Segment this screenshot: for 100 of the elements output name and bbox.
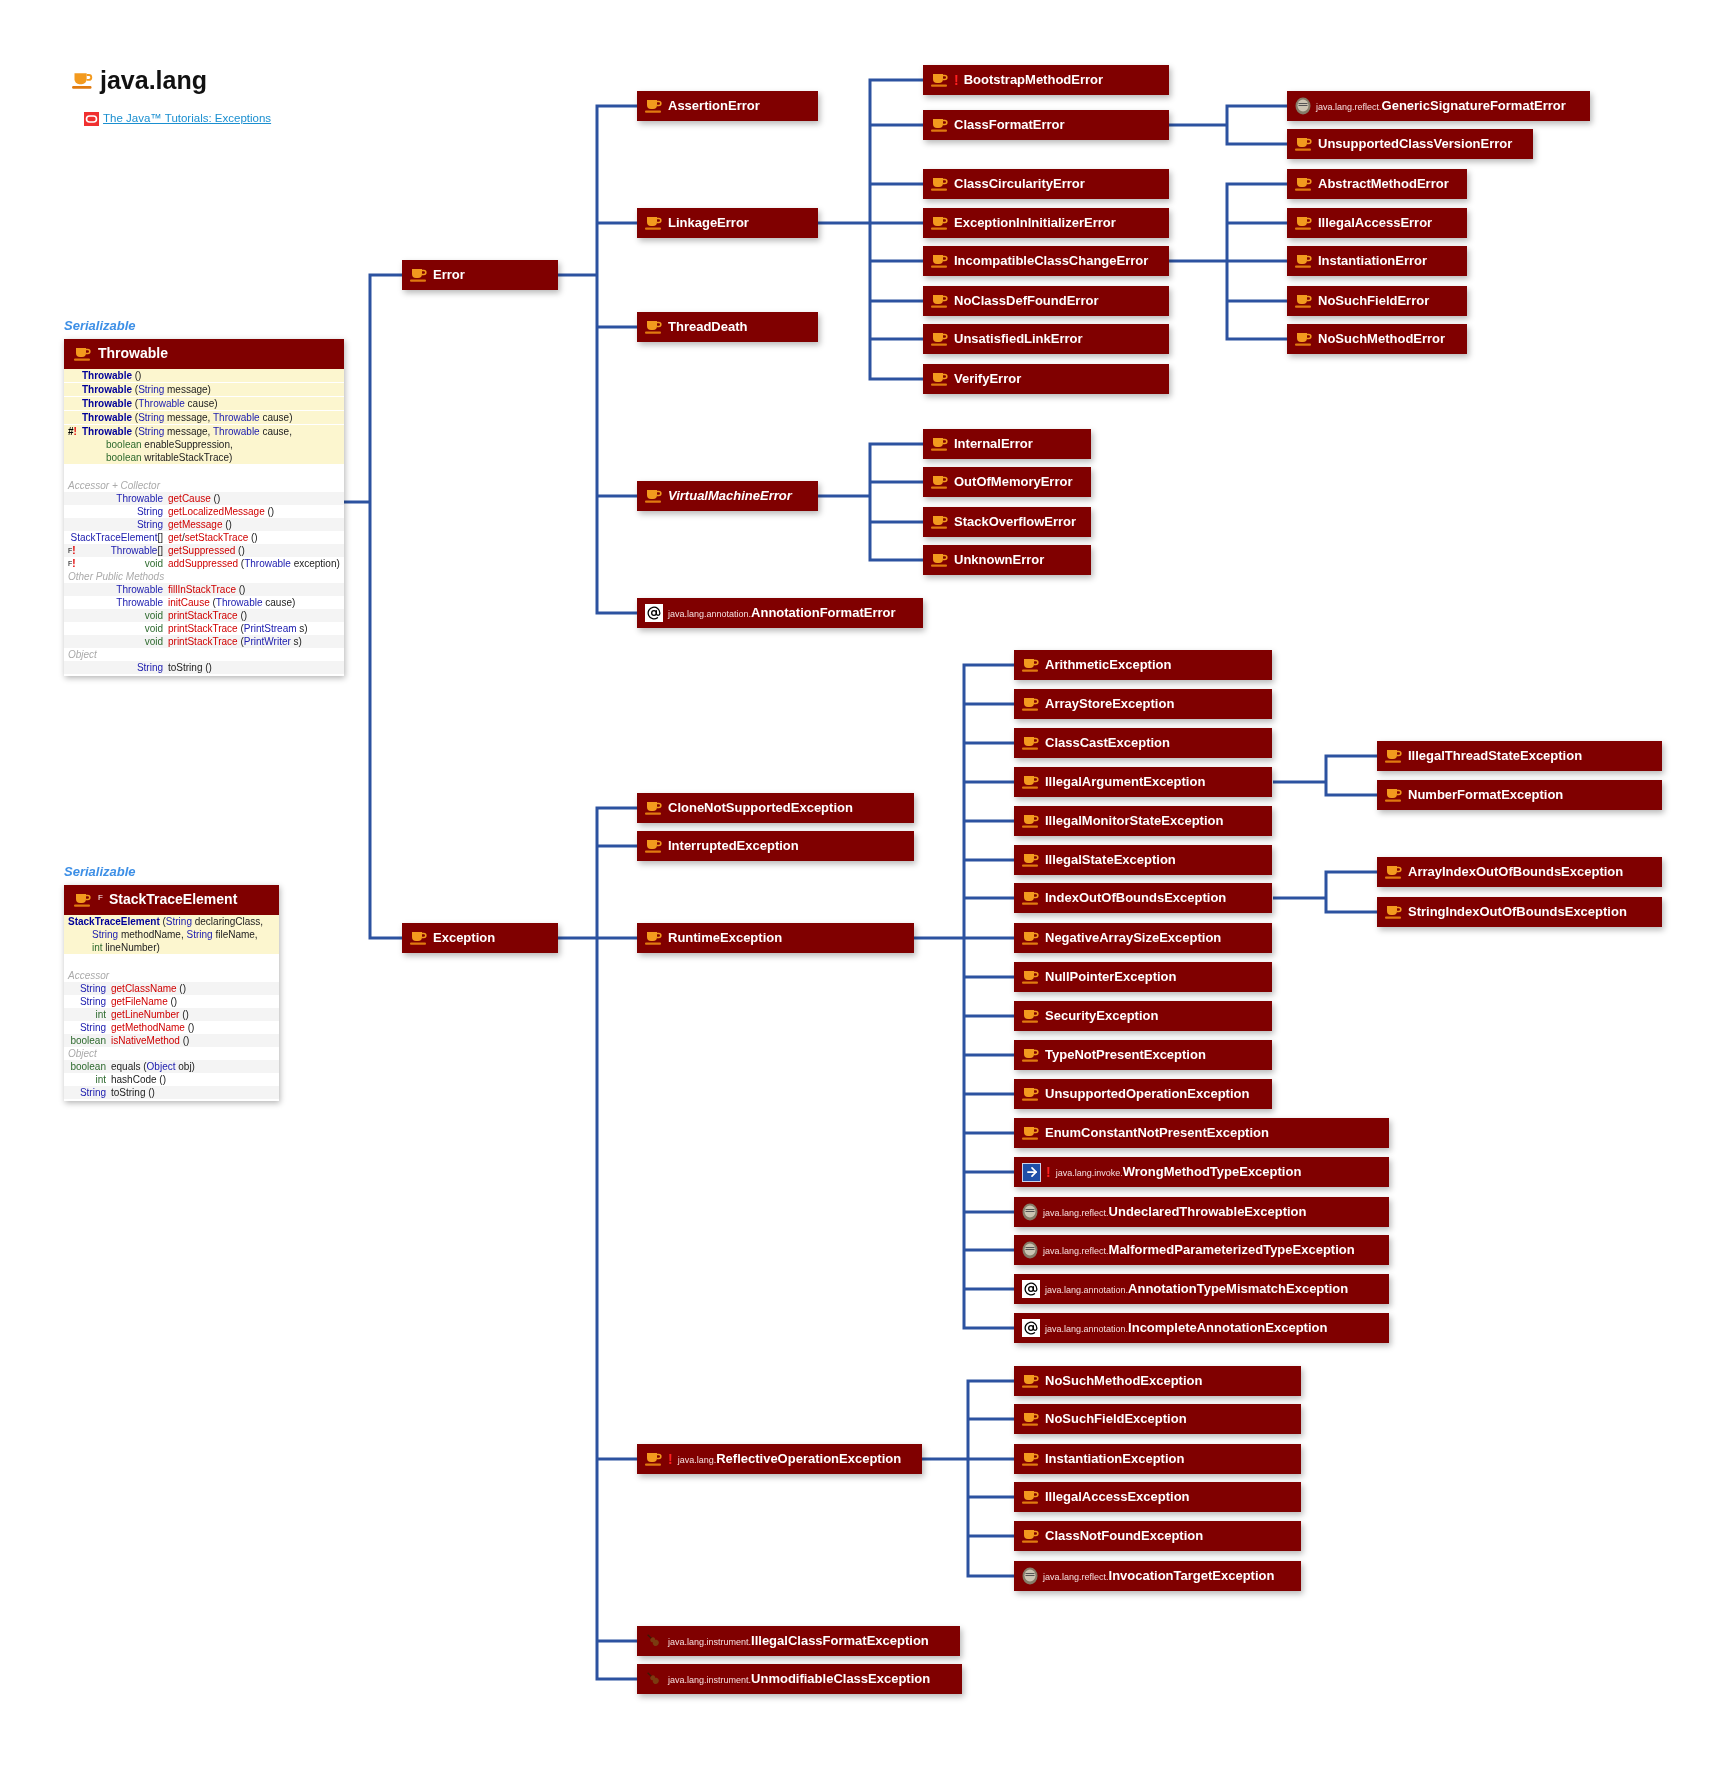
method-signature: getCause (): [168, 491, 221, 505]
return-type: StackTraceElement[]: [70, 530, 163, 544]
class-name: AbstractMethodError: [1318, 175, 1449, 194]
method-signature: printStackTrace (PrintStream s): [168, 621, 308, 635]
class-name: NoSuchMethodError: [1318, 330, 1446, 349]
return-type: String: [79, 994, 106, 1008]
coffee-cup-icon: [645, 1452, 663, 1466]
coffee-cup-icon: [1385, 749, 1403, 763]
mirror-icon: [1022, 1567, 1038, 1585]
return-type: int: [95, 1007, 106, 1021]
class-name: AnnotationFormatError: [751, 604, 896, 623]
class-name: ClassCastException: [1045, 734, 1170, 753]
return-type: String: [136, 504, 163, 518]
class-name: IncompleteAnnotationException: [1128, 1319, 1328, 1338]
method-signature: getLocalizedMessage (): [168, 504, 275, 518]
class-name: IncompatibleClassChangeError: [954, 252, 1149, 271]
section-label: Other Public Methods: [67, 569, 166, 583]
class-name: IllegalStateException: [1045, 851, 1176, 870]
return-type: String: [79, 1085, 106, 1099]
method-signature: isNativeMethod (): [111, 1033, 190, 1047]
class-name: Exception: [433, 929, 496, 948]
method-signature: toString (): [111, 1085, 155, 1099]
class-name: ClassFormatError: [954, 116, 1065, 135]
package-name: java.lang.annotation.: [668, 609, 752, 622]
coffee-cup-icon: [1022, 1412, 1040, 1426]
coffee-cup-icon: [1022, 814, 1040, 828]
coffee-cup-icon: [1022, 697, 1040, 711]
coffee-cup-icon: [645, 489, 663, 503]
class-name: LinkageError: [668, 214, 749, 233]
method-signature: printStackTrace (): [168, 608, 248, 622]
class-name: CloneNotSupportedException: [668, 799, 853, 818]
class-name: IllegalClassFormatException: [751, 1632, 929, 1651]
class-name: AssertionError: [668, 97, 760, 116]
coffee-cup-icon: [1295, 137, 1313, 151]
class-name: ExceptionInInitializerError: [954, 214, 1116, 233]
coffee-cup-icon: [1022, 1452, 1040, 1466]
mirror-icon: [1022, 1203, 1038, 1221]
coffee-cup-icon: [1022, 1529, 1040, 1543]
coffee-cup-icon: [1022, 1048, 1040, 1062]
return-type: void: [144, 634, 163, 648]
package-name: java.lang.reflect.: [1043, 1246, 1109, 1259]
coffee-cup-icon: [645, 99, 663, 113]
class-name: AnnotationTypeMismatchException: [1128, 1280, 1349, 1299]
modifier-mark: F: [98, 891, 103, 904]
method-signature: equals (Object obj): [111, 1059, 195, 1073]
coffee-cup-icon: [1022, 1087, 1040, 1101]
return-type: void: [144, 556, 163, 570]
class-name: IllegalAccessException: [1045, 1488, 1190, 1507]
class-name: Throwable: [98, 344, 168, 363]
return-type: Throwable: [116, 491, 163, 505]
class-name: UnsatisfiedLinkError: [954, 330, 1083, 349]
package-name: java.lang.invoke.: [1055, 1168, 1123, 1181]
package-name: java.lang.instrument.: [668, 1675, 752, 1688]
constructor-signature: Throwable (String message): [82, 382, 211, 396]
section-label: Object: [67, 647, 98, 661]
coffee-cup-icon: [645, 320, 663, 334]
page-title: java.lang: [100, 65, 207, 96]
coffee-cup-icon: [1295, 332, 1313, 346]
coffee-cup-icon: [1022, 1126, 1040, 1140]
coffee-cup-icon: [1385, 788, 1403, 802]
return-type: int: [95, 1072, 106, 1086]
class-name: NoSuchFieldError: [1318, 292, 1430, 311]
class-name: RuntimeException: [668, 929, 783, 948]
class-name: OutOfMemoryError: [954, 473, 1073, 492]
section-label: Accessor: [66, 968, 111, 982]
return-type: Throwable[]: [110, 543, 163, 557]
constructor-signature: Throwable (String message, Throwable cause, boolean enableSuppression, boolean writableStackTrace): [82, 424, 292, 464]
return-type: void: [144, 621, 163, 635]
method-signature: fillInStackTrace (): [168, 582, 246, 596]
coffee-cup-icon: [645, 216, 663, 230]
coffee-cup-icon: [1385, 905, 1403, 919]
method-signature: getClassName (): [111, 981, 187, 995]
coffee-cup-icon: [1022, 970, 1040, 984]
coffee-cup-icon: [1022, 931, 1040, 945]
class-name: UnknownError: [954, 551, 1045, 570]
coffee-cup-icon: [931, 515, 949, 529]
coffee-cup-icon: [931, 372, 949, 386]
coffee-cup-icon: [931, 216, 949, 230]
return-type: String: [79, 981, 106, 995]
class-name: ArithmeticException: [1045, 656, 1172, 675]
class-name: StackTraceElement: [108, 890, 238, 909]
section-label: Object: [67, 1046, 98, 1060]
tutorial-link[interactable]: The Java™ Tutorials: Exceptions: [103, 110, 272, 128]
coffee-cup-icon: [1022, 891, 1040, 905]
class-name: ClassCircularityError: [954, 175, 1085, 194]
return-type: void: [144, 608, 163, 622]
class-name: ArrayStoreException: [1045, 695, 1175, 714]
method-signature: addSuppressed (Throwable exception): [168, 556, 340, 570]
at-sign-icon: [1022, 1319, 1040, 1337]
coffee-cup-icon: [1022, 1490, 1040, 1504]
class-name: UnsupportedOperationException: [1045, 1085, 1250, 1104]
constructor-signature: Throwable (Throwable cause): [82, 396, 218, 410]
coffee-cup-icon: [931, 475, 949, 489]
class-name: InstantiationError: [1318, 252, 1428, 271]
return-type: boolean: [70, 1059, 106, 1073]
warning-mark: !: [954, 70, 959, 90]
class-name: StackOverflowError: [954, 513, 1077, 532]
class-name: ThreadDeath: [668, 318, 748, 337]
class-name: BootstrapMethodError: [963, 71, 1104, 90]
coffee-cup-icon: [931, 254, 949, 268]
